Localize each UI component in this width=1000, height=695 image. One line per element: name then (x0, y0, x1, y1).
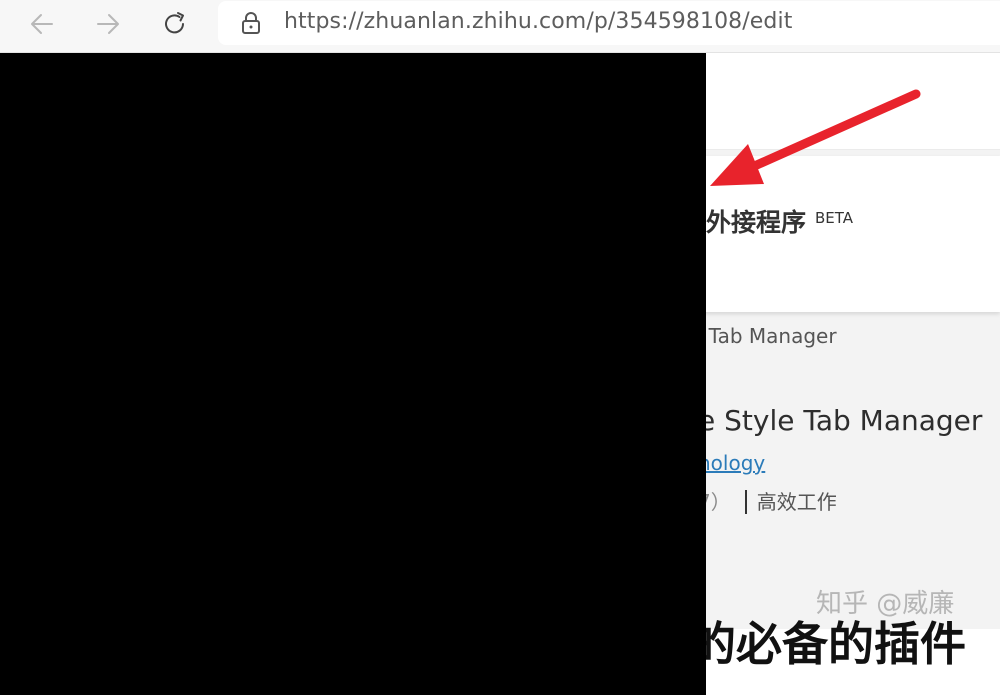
extension-name: e Style Tab Manager (698, 404, 983, 437)
store-title: 外接程序 (706, 208, 807, 237)
watermark: 知乎 @威廉 (816, 589, 955, 619)
forward-arrow-icon (97, 14, 119, 34)
refresh-icon (165, 12, 184, 34)
lock-icon[interactable] (240, 11, 262, 35)
annotation-arrow (710, 89, 921, 186)
screenshot: https://zhuanlan.zhihu.com/p/354598108/e… (0, 0, 1000, 695)
beta-badge: BETA (815, 209, 854, 227)
redaction-block (0, 53, 706, 695)
address-bar[interactable]: https://zhuanlan.zhihu.com/p/354598108/e… (218, 1, 1000, 45)
breadcrumb[interactable]: e Tab Manager (690, 324, 837, 348)
browser-toolbar: https://zhuanlan.zhihu.com/p/354598108/e… (0, 0, 1000, 53)
back-button[interactable] (24, 6, 60, 42)
extension-author-link[interactable]: nology (698, 451, 765, 475)
refresh-button[interactable] (157, 6, 193, 42)
forward-button[interactable] (90, 6, 126, 42)
extension-meta: 7） 高效工作 (698, 486, 837, 515)
meta-divider (744, 490, 747, 514)
extension-category[interactable]: 高效工作 (757, 490, 837, 514)
url-text[interactable]: https://zhuanlan.zhihu.com/p/354598108/e… (284, 9, 792, 34)
back-arrow-icon (31, 14, 53, 34)
